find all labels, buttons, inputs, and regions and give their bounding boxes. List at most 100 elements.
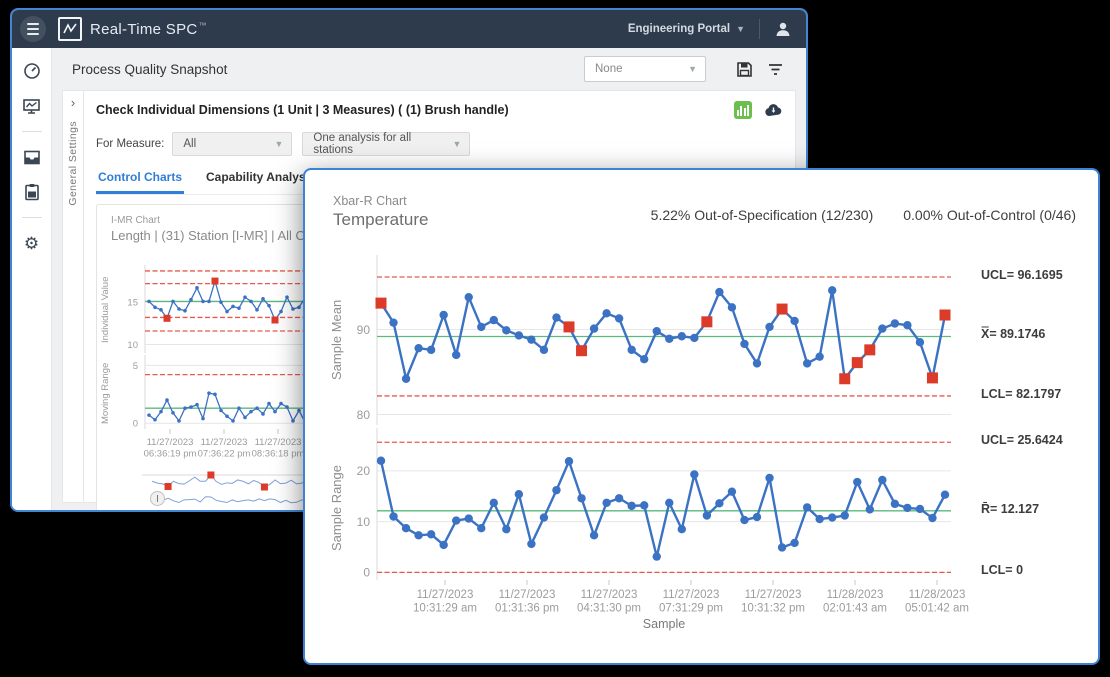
sample-point[interactable] — [728, 487, 736, 495]
sample-point[interactable] — [171, 300, 175, 304]
sample-point[interactable] — [231, 305, 235, 309]
analysis-mode-select[interactable]: One analysis for all stations ▼ — [302, 132, 470, 156]
sample-point[interactable] — [715, 499, 723, 507]
cloud-download-icon[interactable] — [764, 103, 783, 117]
sample-point[interactable] — [201, 300, 205, 304]
out-of-spec-point[interactable] — [940, 310, 951, 321]
out-of-spec-point[interactable] — [777, 304, 788, 315]
sample-point[interactable] — [928, 514, 936, 522]
portal-dropdown[interactable]: Engineering Portal ▼ — [628, 23, 745, 35]
sample-point[interactable] — [389, 512, 397, 520]
sample-point[interactable] — [490, 499, 498, 507]
out-of-spec-point[interactable] — [376, 298, 387, 309]
sample-point[interactable] — [740, 340, 748, 348]
sample-point[interactable] — [213, 393, 217, 397]
sample-point[interactable] — [159, 308, 163, 312]
sample-point[interactable] — [285, 295, 289, 299]
sample-point[interactable] — [891, 319, 899, 327]
monitor-chart-icon[interactable] — [22, 96, 41, 116]
out-of-spec-point[interactable] — [864, 344, 875, 355]
sample-point[interactable] — [527, 335, 535, 343]
sample-point[interactable] — [249, 300, 253, 304]
sample-point[interactable] — [153, 306, 157, 310]
sample-point[interactable] — [703, 511, 711, 519]
sample-point[interactable] — [452, 516, 460, 524]
sample-point[interactable] — [916, 338, 924, 346]
sample-point[interactable] — [414, 531, 422, 539]
sample-point[interactable] — [237, 306, 241, 310]
sample-point[interactable] — [195, 403, 199, 407]
sample-point[interactable] — [297, 409, 301, 413]
sample-point[interactable] — [177, 307, 181, 311]
sample-point[interactable] — [477, 323, 485, 331]
sample-point[interactable] — [261, 412, 265, 416]
sample-point[interactable] — [515, 490, 523, 498]
out-of-spec-point[interactable] — [272, 317, 279, 324]
sample-point[interactable] — [527, 540, 535, 548]
sample-point[interactable] — [201, 417, 205, 421]
sample-point[interactable] — [377, 457, 385, 465]
navigator-drag-handle[interactable] — [150, 491, 165, 506]
out-of-spec-point[interactable] — [852, 357, 863, 368]
sample-range-chart[interactable]: 0102011/27/202310:31:29 am11/27/202301:3… — [353, 428, 973, 624]
sample-point[interactable] — [225, 310, 229, 314]
sample-point[interactable] — [255, 308, 259, 312]
sample-point[interactable] — [665, 499, 673, 507]
gauge-icon[interactable] — [23, 61, 41, 81]
sample-point[interactable] — [414, 344, 422, 352]
sample-point[interactable] — [255, 406, 259, 410]
sample-point[interactable] — [189, 298, 193, 302]
sample-point[interactable] — [790, 317, 798, 325]
sample-point[interactable] — [273, 410, 277, 414]
sample-point[interactable] — [665, 335, 673, 343]
sample-point[interactable] — [297, 306, 301, 310]
tab-control-charts[interactable]: Control Charts — [96, 170, 184, 194]
sample-point[interactable] — [427, 530, 435, 538]
clipboard-icon[interactable] — [24, 182, 40, 202]
out-of-spec-point[interactable] — [701, 316, 712, 327]
sample-point[interactable] — [502, 525, 510, 533]
sample-point[interactable] — [147, 300, 151, 304]
sample-point[interactable] — [219, 300, 223, 304]
sample-point[interactable] — [866, 505, 874, 513]
sample-point[interactable] — [853, 478, 861, 486]
sample-point[interactable] — [590, 531, 598, 539]
sample-point[interactable] — [225, 414, 229, 418]
sample-point[interactable] — [815, 515, 823, 523]
sample-point[interactable] — [452, 351, 460, 359]
sample-point[interactable] — [790, 539, 798, 547]
sample-point[interactable] — [903, 321, 911, 329]
sample-point[interactable] — [267, 304, 271, 308]
sample-point[interactable] — [237, 406, 241, 410]
sample-point[interactable] — [291, 307, 295, 311]
sample-point[interactable] — [515, 331, 523, 339]
sample-point[interactable] — [753, 513, 761, 521]
sample-point[interactable] — [477, 524, 485, 532]
sample-point[interactable] — [753, 359, 761, 367]
sample-point[interactable] — [615, 494, 623, 502]
sample-point[interactable] — [841, 511, 849, 519]
sample-point[interactable] — [690, 334, 698, 342]
sample-point[interactable] — [627, 346, 635, 354]
sample-point[interactable] — [183, 309, 187, 313]
sample-point[interactable] — [153, 418, 157, 422]
sample-point[interactable] — [189, 405, 193, 409]
sample-point[interactable] — [177, 419, 181, 423]
sample-point[interactable] — [261, 297, 265, 301]
sample-point[interactable] — [279, 402, 283, 406]
sample-point[interactable] — [878, 324, 886, 332]
sample-point[interactable] — [502, 326, 510, 334]
sample-point[interactable] — [803, 503, 811, 511]
sample-point[interactable] — [171, 411, 175, 415]
sample-point[interactable] — [803, 359, 811, 367]
sample-point[interactable] — [728, 303, 736, 311]
out-of-spec-point[interactable] — [564, 321, 575, 332]
out-of-spec-point[interactable] — [212, 278, 219, 285]
sample-point[interactable] — [778, 543, 786, 551]
sample-point[interactable] — [207, 300, 211, 304]
sample-point[interactable] — [207, 391, 211, 395]
sample-point[interactable] — [465, 293, 473, 301]
sample-point[interactable] — [565, 457, 573, 465]
sample-point[interactable] — [678, 525, 686, 533]
sample-point[interactable] — [740, 516, 748, 524]
